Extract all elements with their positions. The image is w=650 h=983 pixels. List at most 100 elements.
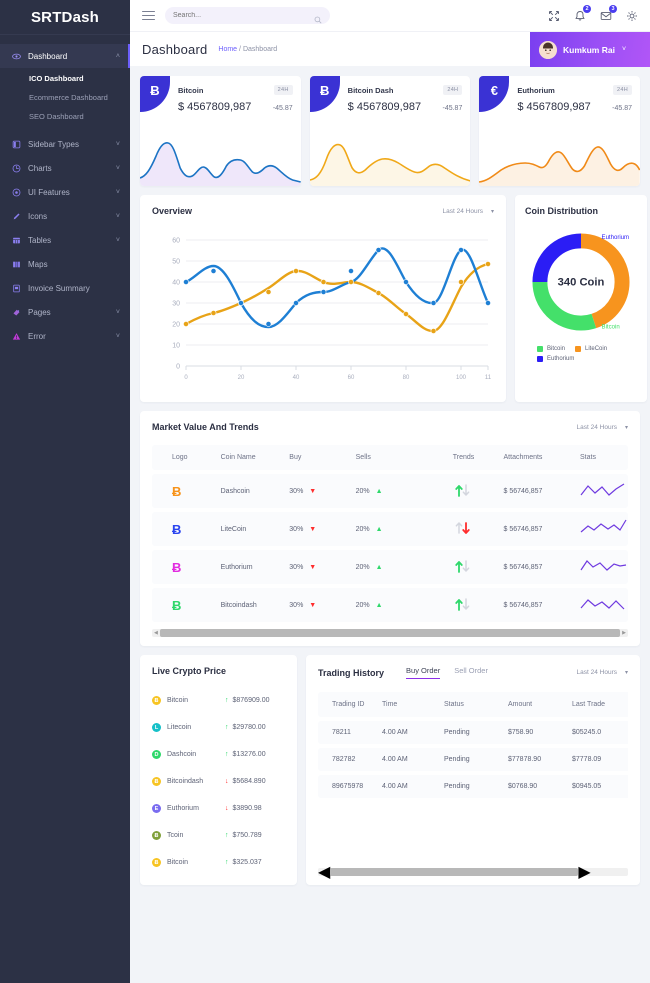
dashboard-content: Ƀ Bitcoin 24H $ 4567809,987 -45.87 Ƀ Bit… (130, 66, 650, 983)
sidebar-item-ico-dashboard[interactable]: ICO Dashboard (0, 69, 130, 88)
legend-label: LiteCoin (585, 346, 608, 352)
profile-menu-button[interactable]: Kumkum Rai ˅ (530, 32, 650, 67)
table-row[interactable]: 78211 4.00 AM Pending $758.90 $05245.0 (318, 721, 628, 744)
crypto-card-bitcoin-dash[interactable]: Ƀ Bitcoin Dash 24H $ 4567809,987 -45.87 (309, 76, 471, 186)
scroll-right-arrow-icon[interactable]: ▶ (578, 862, 590, 882)
list-item[interactable]: Ƀ Bitcoin ↑ $876909.00 (152, 687, 285, 714)
maps-icon (12, 260, 21, 269)
search-box[interactable] (165, 7, 330, 24)
scroll-right-arrow-icon[interactable]: ▶ (620, 630, 628, 636)
coin-distribution-title: Coin Distribution (525, 206, 598, 216)
scrollbar-thumb[interactable] (330, 868, 579, 876)
sidebar-item-label: Pages (28, 307, 51, 317)
list-item[interactable]: L Litecoin ↑ $29780.00 (152, 714, 285, 741)
live-crypto-title: Live Crypto Price (152, 666, 227, 676)
svg-text:80: 80 (403, 375, 410, 381)
bell-icon[interactable]: 2 (573, 5, 591, 22)
sidebar-item-charts[interactable]: Charts ˅ (0, 156, 130, 180)
breadcrumb-home-link[interactable]: Home (218, 46, 237, 53)
overview-card: Overview Last 24 Hours ▾ 60 50 40 30 20 … (140, 195, 506, 402)
list-item[interactable]: E Euthorium ↓ $3890.98 (152, 795, 285, 822)
sidebar-item-invoice-summary[interactable]: Invoice Summary (0, 276, 130, 300)
live-coin-name: Tcoin (167, 832, 184, 839)
sidebar-item-ecommerce-dashboard[interactable]: Ecommerce Dashboard (0, 88, 130, 107)
list-item[interactable]: D Dashcoin ↑ $13276.00 (152, 741, 285, 768)
trading-horizontal-scrollbar[interactable]: ◀ ▶ (318, 864, 628, 881)
overview-title: Overview (152, 206, 193, 216)
table-row[interactable]: Ƀ Dashcoin 30% ▼ 20% ▲ $ 56746,857 (152, 474, 628, 508)
menu-toggle-button[interactable] (142, 11, 155, 20)
crypto-card-euthorium[interactable]: € Euthorium 24H $ 4567809,987 -45.87 (479, 76, 641, 186)
svg-text:10: 10 (172, 343, 180, 350)
envelope-icon[interactable]: 3 (599, 5, 617, 22)
sidebar-item-seo-dashboard[interactable]: SEO Dashboard (0, 107, 130, 126)
main-area: 2 3 Dashboard Home / Dashboard (130, 0, 650, 983)
brand-logo[interactable]: SRTDash (0, 0, 130, 35)
sidebar-item-maps[interactable]: Maps (0, 252, 130, 276)
breadcrumb: Home / Dashboard (218, 46, 277, 53)
market-table-body: Ƀ Dashcoin 30% ▼ 20% ▲ $ 56746,857 Ƀ Lit… (152, 474, 628, 622)
triangle-down-icon: ▼ (309, 563, 317, 571)
tab-sell-order[interactable]: Sell Order (454, 666, 488, 679)
bitcoindash-icon: Ƀ (152, 777, 161, 786)
overview-period-select[interactable]: Last 24 Hours ▾ (443, 208, 494, 215)
table-row[interactable]: Ƀ Bitcoindash 30% ▼ 20% ▲ $ 56746,857 (152, 588, 628, 622)
legend-item-litecoin[interactable]: LiteCoin (575, 346, 607, 352)
search-input[interactable] (173, 12, 322, 19)
scroll-left-arrow-icon[interactable]: ◀ (152, 630, 160, 636)
live-coin-name: Bitcoindash (167, 778, 204, 785)
market-horizontal-scrollbar[interactable]: ◀ ▶ (152, 629, 628, 637)
envelope-badge: 3 (609, 5, 617, 13)
cell-sells: 20% ▲ (355, 588, 453, 622)
sidebar-types-icon (12, 140, 21, 149)
sells-value: 20% (355, 487, 370, 495)
sidebar-item-label: Invoice Summary (28, 283, 90, 293)
cell-stats (580, 588, 628, 622)
sidebar-item-tables[interactable]: Tables ˅ (0, 228, 130, 252)
sidebar-item-dashboard[interactable]: Dashboard ˄ (0, 44, 130, 68)
list-item[interactable]: Ƀ Bitcoin ↑ $325.037 (152, 849, 285, 876)
scroll-left-arrow-icon[interactable]: ◀ (318, 862, 330, 882)
sidebar-item-ui-features[interactable]: UI Features ˅ (0, 180, 130, 204)
cell-buy: 30% ▼ (289, 474, 356, 508)
table-row[interactable]: 89675978 4.00 AM Pending $0768.90 $0945.… (318, 775, 628, 798)
list-item[interactable]: Ƀ Tcoin ↑ $750.789 (152, 822, 285, 849)
chevron-down-icon: ▾ (624, 670, 628, 676)
trading-period-select[interactable]: Last 24 Hours ▾ (577, 669, 628, 676)
table-row[interactable]: 782782 4.00 AM Pending $77878.90 $7778.0… (318, 748, 628, 771)
tab-buy-order[interactable]: Buy Order (406, 666, 441, 679)
stats-sparkline (580, 483, 625, 496)
fullscreen-icon[interactable] (547, 9, 560, 22)
sidebar-item-label: Charts (28, 163, 52, 173)
market-period-select[interactable]: Last 24 Hours ▾ (577, 424, 628, 431)
scrollbar-thumb[interactable] (159, 629, 621, 637)
donut-slice-label-bitcoin: Bitcoin (602, 325, 620, 331)
charts-icon (12, 164, 21, 173)
cell-logo: Ƀ (152, 550, 221, 584)
legend-item-bitcoin[interactable]: Bitcoin (537, 346, 565, 352)
crypto-symbol: Ƀ (150, 83, 160, 98)
table-row[interactable]: Ƀ Euthorium 30% ▼ 20% ▲ $ 56746,857 (152, 550, 628, 584)
market-table: Logo Coin Name Buy Sells Trends Attachme… (152, 441, 628, 626)
sidebar-item-pages[interactable]: Pages ˅ (0, 300, 130, 324)
crypto-card-bitcoin[interactable]: Ƀ Bitcoin 24H $ 4567809,987 -45.87 (140, 76, 301, 186)
sidebar-item-sidebar-types[interactable]: Sidebar Types ˅ (0, 132, 130, 156)
stats-sparkline (580, 560, 627, 571)
gear-icon[interactable] (625, 9, 638, 22)
list-item[interactable]: Ƀ Bitcoindash ↓ $5684.890 (152, 768, 285, 795)
sparkline-chart (140, 134, 301, 186)
sidebar-item-error[interactable]: Error ˅ (0, 324, 130, 348)
live-coin-price: $5684.890 (232, 778, 266, 785)
sidebar-item-icons[interactable]: Icons ˅ (0, 204, 130, 228)
triangle-down-icon: ▼ (309, 487, 317, 495)
table-row[interactable]: Ƀ LiteCoin 30% ▼ 20% ▲ $ 56746,857 (152, 512, 628, 546)
cell-stats (580, 550, 628, 584)
sidebar-item-label: Maps (28, 259, 48, 269)
legend-item-euthorium[interactable]: Euthorium (537, 356, 574, 362)
pencil-icon (12, 212, 21, 221)
col-attachments: Attachments (503, 445, 580, 470)
search-icon[interactable] (314, 11, 322, 29)
cell-time: 4.00 AM (382, 721, 444, 744)
chevron-down-icon: ˅ (115, 212, 120, 220)
cell-sells: 20% ▲ (355, 550, 453, 584)
